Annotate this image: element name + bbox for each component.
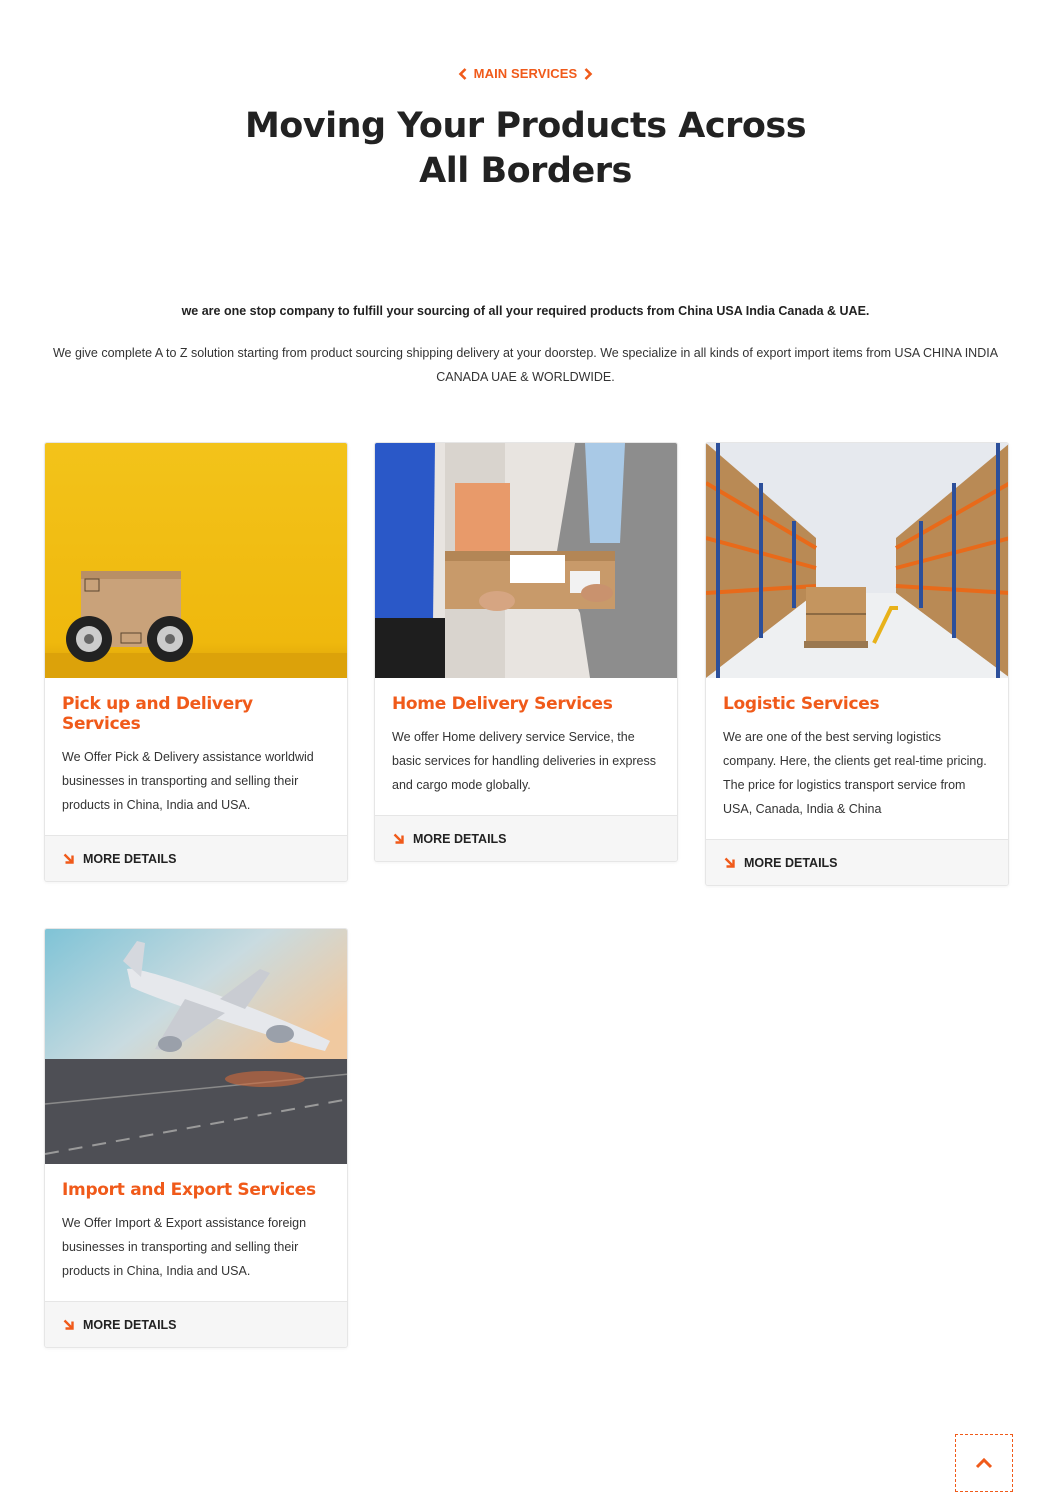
section-tag-label: MAIN SERVICES [473,66,578,81]
card-title[interactable]: Logistic Services [723,694,991,714]
page-title: Moving Your Products Across All Borders [0,104,1051,194]
more-details-label: MORE DETAILS [83,851,177,866]
card-title[interactable]: Pick up and Delivery Services [62,694,330,734]
page-title-line2: All Borders [419,151,632,191]
warehouse-image [706,443,1008,678]
card-title[interactable]: Import and Export Services [62,1180,330,1200]
more-details-label: MORE DETAILS [83,1317,177,1332]
more-details-button[interactable]: MORE DETAILS [706,839,1008,885]
more-details-button[interactable]: MORE DETAILS [45,835,347,881]
arrow-down-right-icon [724,857,735,868]
intro-highlight: we are one stop company to fulfill your … [181,304,870,318]
card-description: We offer Home delivery service Service, … [392,730,657,792]
service-card-pickup: Pick up and Delivery Services We Offer P… [44,442,348,882]
page-title-line1: Moving Your Products Across [244,106,807,146]
section-tag: MAIN SERVICES [0,66,1051,81]
more-details-label: MORE DETAILS [744,855,838,870]
service-card-home-delivery: Home Delivery Services We offer Home del… [374,442,678,862]
service-card-import-export: Import and Export Services We Offer Impo… [44,928,348,1348]
arrow-down-right-icon [393,833,404,844]
back-to-top-button[interactable] [955,1434,1013,1492]
chevron-up-icon [975,1457,993,1469]
card-description: We are one of the best serving logistics… [723,730,987,816]
arrow-down-right-icon [63,853,74,864]
more-details-button[interactable]: MORE DETAILS [45,1301,347,1347]
card-description: We Offer Import & Export assistance fore… [62,1216,307,1278]
chevron-right-icon [584,67,593,80]
pickup-delivery-image [45,443,347,678]
card-title[interactable]: Home Delivery Services [392,694,660,714]
more-details-label: MORE DETAILS [413,831,507,846]
arrow-down-right-icon [63,1319,74,1330]
service-card-logistics: Logistic Services We are one of the best… [705,442,1009,886]
intro-paragraph: We give complete A to Z solution startin… [52,346,999,384]
airplane-image [45,929,347,1164]
card-description: We Offer Pick & Delivery assistance worl… [62,750,314,812]
home-delivery-image [375,443,677,678]
chevron-left-icon [458,67,467,80]
more-details-button[interactable]: MORE DETAILS [375,815,677,861]
